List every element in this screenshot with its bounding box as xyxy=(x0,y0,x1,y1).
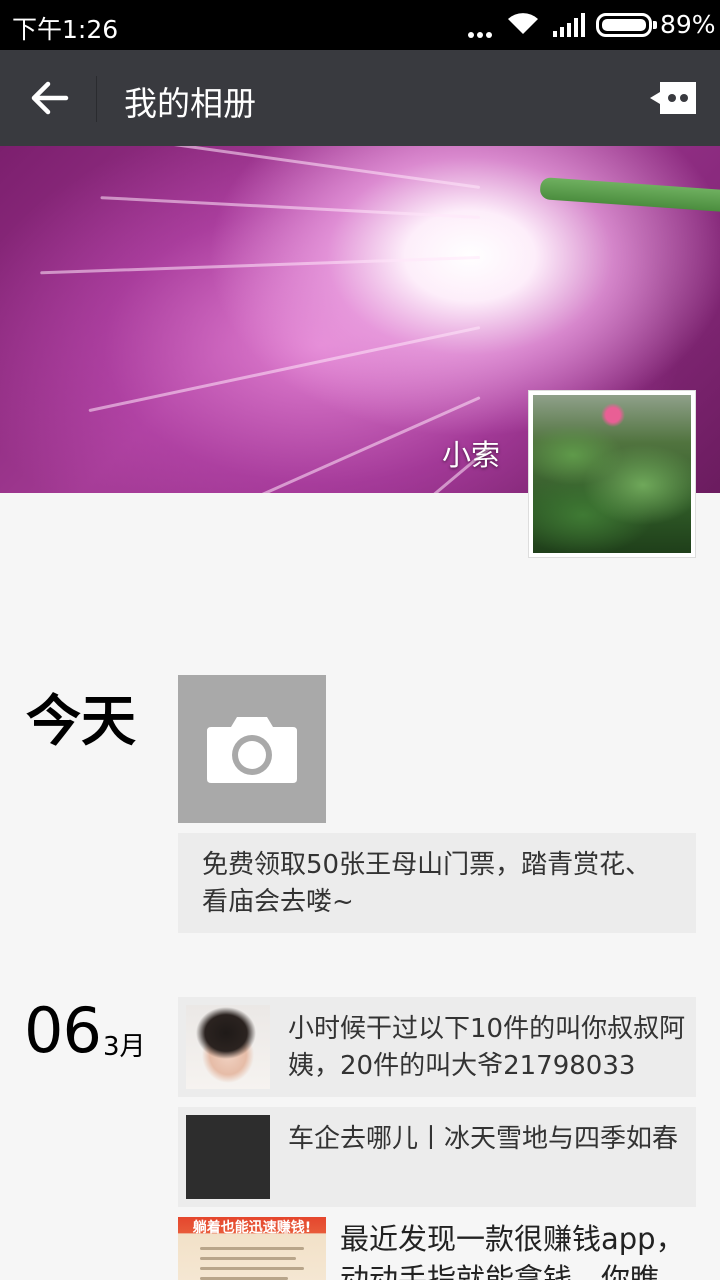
avatar[interactable] xyxy=(528,390,696,558)
post-text: 小时候干过以下10件的叫你叔叔阿姨，20件的叫大爷21798033 xyxy=(288,1014,686,1081)
message-icon[interactable] xyxy=(650,82,696,114)
status-time: 下午1:26 xyxy=(12,15,119,44)
title-divider xyxy=(96,76,97,122)
post-thumbnail xyxy=(186,1115,270,1199)
more-dots-icon xyxy=(468,23,495,42)
arrow-left-icon[interactable] xyxy=(28,78,72,118)
status-bar: 下午1:26 89% xyxy=(0,0,720,50)
date-today: 今天 xyxy=(26,689,137,753)
image-post-text[interactable]: 最近发现一款很赚钱app，动动手指就能拿钱，你瞧 xyxy=(340,1219,700,1280)
post-thumbnail xyxy=(186,1005,270,1089)
page-title: 我的相册 xyxy=(124,84,256,123)
image-post-thumbnail[interactable]: 躺着也能迅速赚钱! xyxy=(178,1217,326,1280)
date-day: 06 xyxy=(24,994,102,1067)
signal-icon xyxy=(553,13,585,37)
list-item[interactable]: 车企去哪儿丨冰天雪地与四季如春 xyxy=(178,1107,696,1207)
avatar-image xyxy=(533,395,691,553)
text-post[interactable]: 免费领取50张王母山门票，踏青赏花、看庙会去喽~ xyxy=(178,833,696,933)
camera-icon xyxy=(207,717,297,783)
cover-stem xyxy=(539,177,720,213)
list-item[interactable]: 小时候干过以下10件的叫你叔叔阿姨，20件的叫大爷21798033 xyxy=(178,997,696,1097)
wifi-icon xyxy=(508,13,538,34)
date-month: 3月 xyxy=(103,1032,146,1062)
add-photo-button[interactable] xyxy=(178,675,326,823)
battery-percent: 89% xyxy=(660,10,716,39)
title-bar: 我的相册 xyxy=(0,50,720,146)
battery-icon xyxy=(596,13,657,37)
post-text: 车企去哪儿丨冰天雪地与四季如春 xyxy=(288,1124,679,1154)
image-post-banner: 躺着也能迅速赚钱! xyxy=(192,1220,312,1236)
profile-name: 小索 xyxy=(442,438,501,472)
